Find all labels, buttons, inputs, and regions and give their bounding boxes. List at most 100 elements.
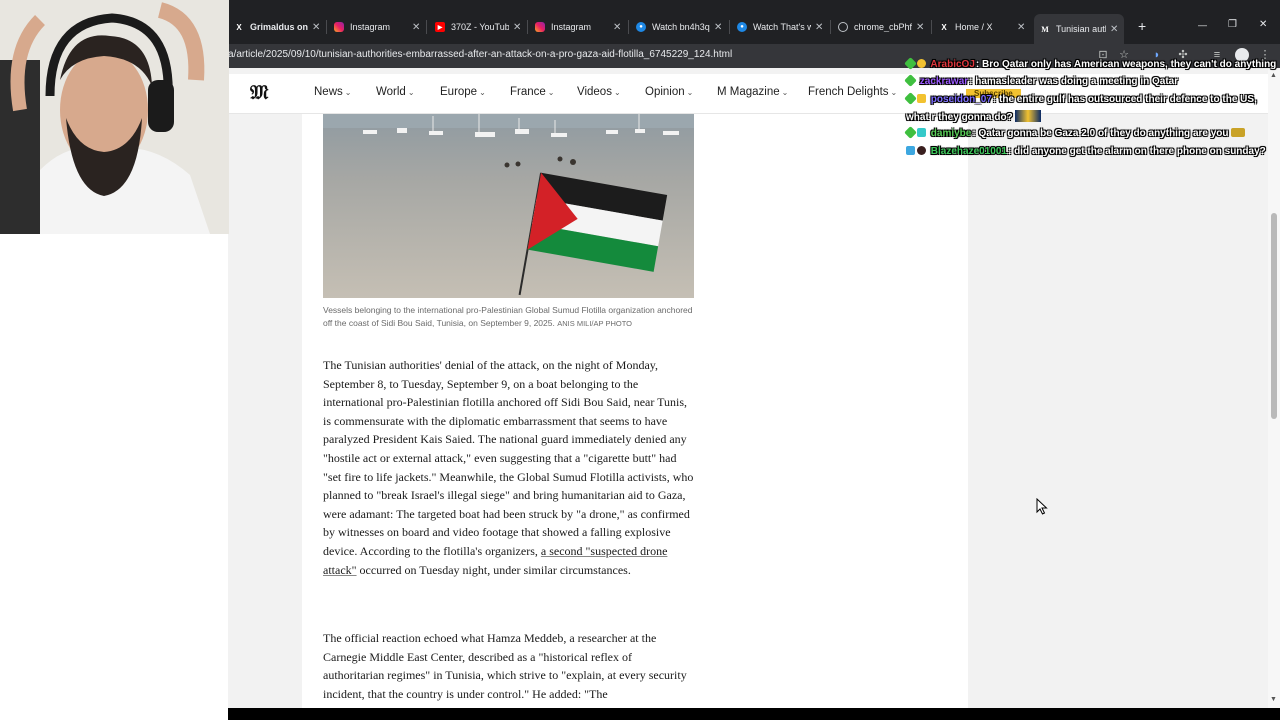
url-field[interactable]: a/article/2025/09/10/tunisian-authoritie… <box>228 49 732 60</box>
nav-world[interactable]: World ⌄ <box>376 86 415 98</box>
chat-username: damiybe <box>930 128 972 139</box>
tab-label: Watch That's w <box>753 22 811 32</box>
le-monde-icon: M <box>1041 24 1049 34</box>
scrollbar-thumb[interactable] <box>1271 213 1277 419</box>
tab-close-icon[interactable]: ✕ <box>1110 24 1118 35</box>
tab-instagram-1[interactable]: Instagram ✕ <box>334 16 420 38</box>
left-blank-area <box>0 234 228 720</box>
chevron-down-icon: ⌄ <box>613 88 621 97</box>
web-page: 𝔐 News ⌄ World ⌄ Europe ⌄ France ⌄ Videos ⌄ O… <box>228 68 1280 708</box>
chevron-down-icon: ⌄ <box>547 88 555 97</box>
tab-instagram-2[interactable]: Instagram ✕ <box>535 16 621 38</box>
tab-close-icon[interactable]: ✕ <box>916 22 924 33</box>
tab-separator <box>527 20 528 34</box>
nav-news[interactable]: News ⌄ <box>314 86 351 98</box>
chat-text: did anyone get the alarm on there phone … <box>1014 146 1266 157</box>
le-monde-logo[interactable]: 𝔐 <box>250 82 268 105</box>
paragraph-text: occurred on Tuesday night, under similar… <box>359 562 631 577</box>
chevron-down-icon: ⌄ <box>407 88 415 97</box>
tab-close-icon[interactable]: ✕ <box>513 22 521 33</box>
chat-message: damiybe: Qatar gonna be Gaza 2.0 of they… <box>904 125 1247 143</box>
nav-label: Europe <box>440 86 478 98</box>
x-logo-icon: X <box>941 22 947 32</box>
close-window-button[interactable]: ✕ <box>1259 19 1267 30</box>
nav-label: Opinion <box>645 86 685 98</box>
nav-label: World <box>376 86 406 98</box>
bottom-edge <box>228 708 1280 720</box>
chat-username: Blazehaze01001 <box>930 146 1007 157</box>
tab-label: Home / X <box>955 22 993 32</box>
nav-label: Videos <box>577 86 612 98</box>
badge-icon <box>904 126 917 139</box>
tab-watch-thats[interactable]: ● Watch That's w ✕ <box>737 16 823 38</box>
badge-icon <box>904 92 917 105</box>
article-paragraph-1: The Tunisian authorities' denial of the … <box>323 356 695 579</box>
tab-grimaldus[interactable]: X Grimaldus on ✕ <box>234 16 320 38</box>
photo-credit: ANIS MILI/AP PHOTO <box>557 319 632 328</box>
mouse-cursor-icon <box>1036 498 1048 515</box>
watch-icon: ● <box>737 22 747 32</box>
badge-icon <box>904 74 917 87</box>
nav-label: French Delights <box>808 86 889 98</box>
globe-icon <box>838 22 848 32</box>
tab-chrome-file[interactable]: chrome_cbPhf ✕ <box>838 16 924 38</box>
webcam-illustration <box>0 0 229 234</box>
horizon-band <box>323 114 694 128</box>
nav-europe[interactable]: Europe ⌄ <box>440 86 486 98</box>
chat-text: Bro Qatar only has American weapons, the… <box>982 59 1277 70</box>
headset-earcup <box>148 80 174 132</box>
tab-separator <box>830 20 831 34</box>
minimize-button[interactable]: — <box>1198 20 1207 30</box>
badge-icon <box>917 146 926 155</box>
chevron-down-icon: ⌄ <box>479 88 486 97</box>
badge-icon <box>917 128 926 137</box>
tab-label: Instagram <box>350 22 391 32</box>
nav-videos[interactable]: Videos ⌄ <box>577 86 621 98</box>
tab-watch-bn4h3q[interactable]: ● Watch bn4h3q ✕ <box>636 16 722 38</box>
tab-close-icon[interactable]: ✕ <box>312 22 320 33</box>
tab-close-icon[interactable]: ✕ <box>714 22 722 33</box>
x-logo-icon: X <box>236 22 242 32</box>
tab-separator <box>931 20 932 34</box>
tab-close-icon[interactable]: ✕ <box>412 22 420 33</box>
tab-close-icon[interactable]: ✕ <box>815 22 823 33</box>
tab-home-x[interactable]: X Home / X ✕ <box>939 16 1025 38</box>
instagram-icon <box>535 22 545 32</box>
nav-label: News <box>314 86 343 98</box>
maximize-button[interactable]: ❐ <box>1228 19 1237 30</box>
tab-tunisian-article[interactable]: M Tunisian autho ✕ <box>1034 14 1125 44</box>
nav-opinion[interactable]: Opinion ⌄ <box>645 86 693 98</box>
caption-text: Vessels belonging to the international p… <box>323 305 693 328</box>
nav-french-delights[interactable]: French Delights ⌄ <box>808 86 897 98</box>
instagram-icon <box>334 22 344 32</box>
tab-label: Instagram <box>551 22 592 32</box>
page-scrollbar[interactable]: ▲ ▼ <box>1268 68 1280 708</box>
emote-icon <box>1231 128 1246 137</box>
tab-separator <box>326 20 327 34</box>
tab-close-icon[interactable]: ✕ <box>613 22 621 33</box>
chat-username: zackrawar <box>919 76 969 87</box>
nav-label: France <box>510 86 546 98</box>
badge-icon <box>906 146 915 155</box>
chat-message: Blazehaze01001: did anyone get the alarm… <box>906 143 1266 161</box>
nav-france[interactable]: France ⌄ <box>510 86 555 98</box>
tab-close-icon[interactable]: ✕ <box>1017 22 1025 33</box>
badge-icon <box>917 94 926 103</box>
badge-icon <box>904 57 917 70</box>
tab-separator <box>426 20 427 34</box>
youtube-icon: ▶ <box>435 22 445 32</box>
chat-message: zackrawar: hamasleader was doing a meeti… <box>904 73 1178 91</box>
tab-label: 370Z - YouTub <box>451 22 509 32</box>
tab-separator <box>729 20 730 34</box>
article-photo <box>323 114 694 298</box>
scroll-down-arrow-icon[interactable]: ▼ <box>1270 696 1277 703</box>
tab-label: chrome_cbPhf <box>854 22 912 32</box>
tab-youtube-370z[interactable]: ▶ 370Z - YouTub ✕ <box>435 16 521 38</box>
article-paragraph-2: The official reaction echoed what Hamza … <box>323 631 687 701</box>
chat-message: ArabicOJ: Bro Qatar only has American we… <box>904 56 1277 74</box>
new-tab-button[interactable]: + <box>1138 18 1146 34</box>
streamer-webcam <box>0 0 229 234</box>
chevron-down-icon: ⌄ <box>686 88 694 97</box>
nav-m-magazine[interactable]: M Magazine ⌄ <box>717 86 788 98</box>
chat-text: Qatar gonna be Gaza 2.0 of they do anyth… <box>978 128 1229 139</box>
